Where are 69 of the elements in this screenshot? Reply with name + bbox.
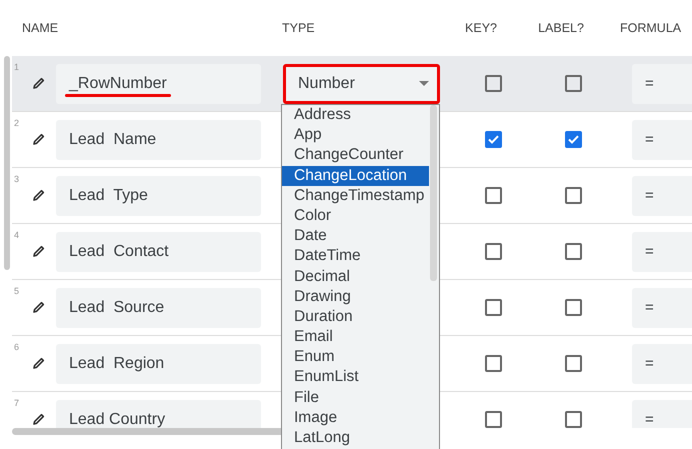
- key-checkbox[interactable]: [484, 355, 502, 372]
- formula-field[interactable]: =: [632, 288, 692, 328]
- key-checkbox[interactable]: [484, 75, 502, 92]
- pencil-icon[interactable]: [32, 301, 45, 314]
- scrollbar[interactable]: [4, 56, 10, 270]
- dropdown-option[interactable]: Email: [282, 327, 439, 348]
- formula-field[interactable]: =: [632, 344, 692, 384]
- row-number: 3: [14, 174, 20, 184]
- key-checkbox[interactable]: [484, 299, 502, 316]
- pencil-icon[interactable]: [32, 77, 45, 90]
- dropdown-option[interactable]: Drawing: [282, 286, 439, 307]
- label-checkbox[interactable]: [564, 75, 582, 92]
- pencil-icon[interactable]: [32, 189, 45, 202]
- formula-field[interactable]: =: [632, 64, 692, 104]
- key-checkbox[interactable]: [484, 411, 502, 428]
- name-field[interactable]: Lead Region: [56, 344, 261, 384]
- column-header: LABEL?: [538, 21, 584, 35]
- dropdown-option[interactable]: File: [282, 388, 439, 408]
- formula-field[interactable]: =: [632, 120, 692, 160]
- row-number: 5: [14, 286, 20, 296]
- dropdown-option[interactable]: Color: [282, 206, 439, 226]
- name-field[interactable]: _RowNumber: [56, 64, 261, 104]
- label-checkbox[interactable]: [564, 243, 582, 260]
- label-checkbox[interactable]: [564, 355, 582, 372]
- dropdown-option[interactable]: Decimal: [282, 266, 439, 287]
- dropdown-option[interactable]: Date: [282, 226, 439, 246]
- dropdown-option[interactable]: ChangeCounter: [282, 145, 439, 166]
- label-checkbox[interactable]: [564, 411, 582, 428]
- checkmark-icon: [488, 135, 498, 144]
- row-number: 1: [14, 62, 20, 72]
- key-checkbox[interactable]: [484, 243, 502, 260]
- row-number: 7: [14, 398, 20, 408]
- dropdown-option[interactable]: Duration: [282, 306, 439, 328]
- dropdown-option[interactable]: DateTime: [282, 246, 439, 266]
- dropdown-option[interactable]: LatLong: [282, 428, 439, 448]
- scrollbar[interactable]: [430, 105, 437, 281]
- dropdown-option[interactable]: Image: [282, 408, 439, 428]
- name-field[interactable]: Lead Source: [56, 288, 261, 328]
- column-header: NAME: [21, 21, 60, 35]
- key-checkbox[interactable]: [484, 187, 502, 204]
- formula-field[interactable]: =: [632, 232, 692, 272]
- label-checkbox[interactable]: [564, 299, 582, 316]
- formula-field[interactable]: =: [632, 176, 692, 216]
- column-header: FORMULA: [619, 21, 682, 35]
- column-header: KEY?: [465, 21, 497, 35]
- label-checkbox[interactable]: [564, 187, 582, 204]
- name-field[interactable]: Lead Country: [56, 400, 261, 428]
- pencil-icon[interactable]: [32, 413, 45, 426]
- dropdown-option[interactable]: ChangeTimestamp: [282, 186, 439, 206]
- checkmark-icon: [568, 135, 578, 144]
- name-field[interactable]: Lead Contact: [56, 232, 261, 272]
- row-number: 2: [14, 118, 20, 128]
- pencil-icon[interactable]: [32, 245, 45, 258]
- row-number: 4: [14, 230, 20, 240]
- formula-field[interactable]: =: [632, 400, 692, 428]
- label-checkbox[interactable]: [564, 131, 582, 148]
- type-dropdown[interactable]: Number: [283, 64, 440, 104]
- pencil-icon[interactable]: [32, 133, 45, 146]
- dropdown-option[interactable]: Enum: [282, 347, 439, 368]
- pencil-icon[interactable]: [32, 357, 45, 370]
- dropdown-option[interactable]: App: [282, 125, 439, 146]
- caret-icon: [419, 80, 429, 86]
- column-header: TYPE: [281, 21, 316, 35]
- name-field[interactable]: Lead Type: [56, 176, 261, 216]
- dropdown-option[interactable]: ChangeLocation: [282, 166, 429, 186]
- key-checkbox[interactable]: [484, 131, 502, 148]
- row-number: 6: [14, 342, 20, 352]
- dropdown-option[interactable]: EnumList: [282, 367, 439, 388]
- name-field[interactable]: Lead Name: [56, 120, 261, 160]
